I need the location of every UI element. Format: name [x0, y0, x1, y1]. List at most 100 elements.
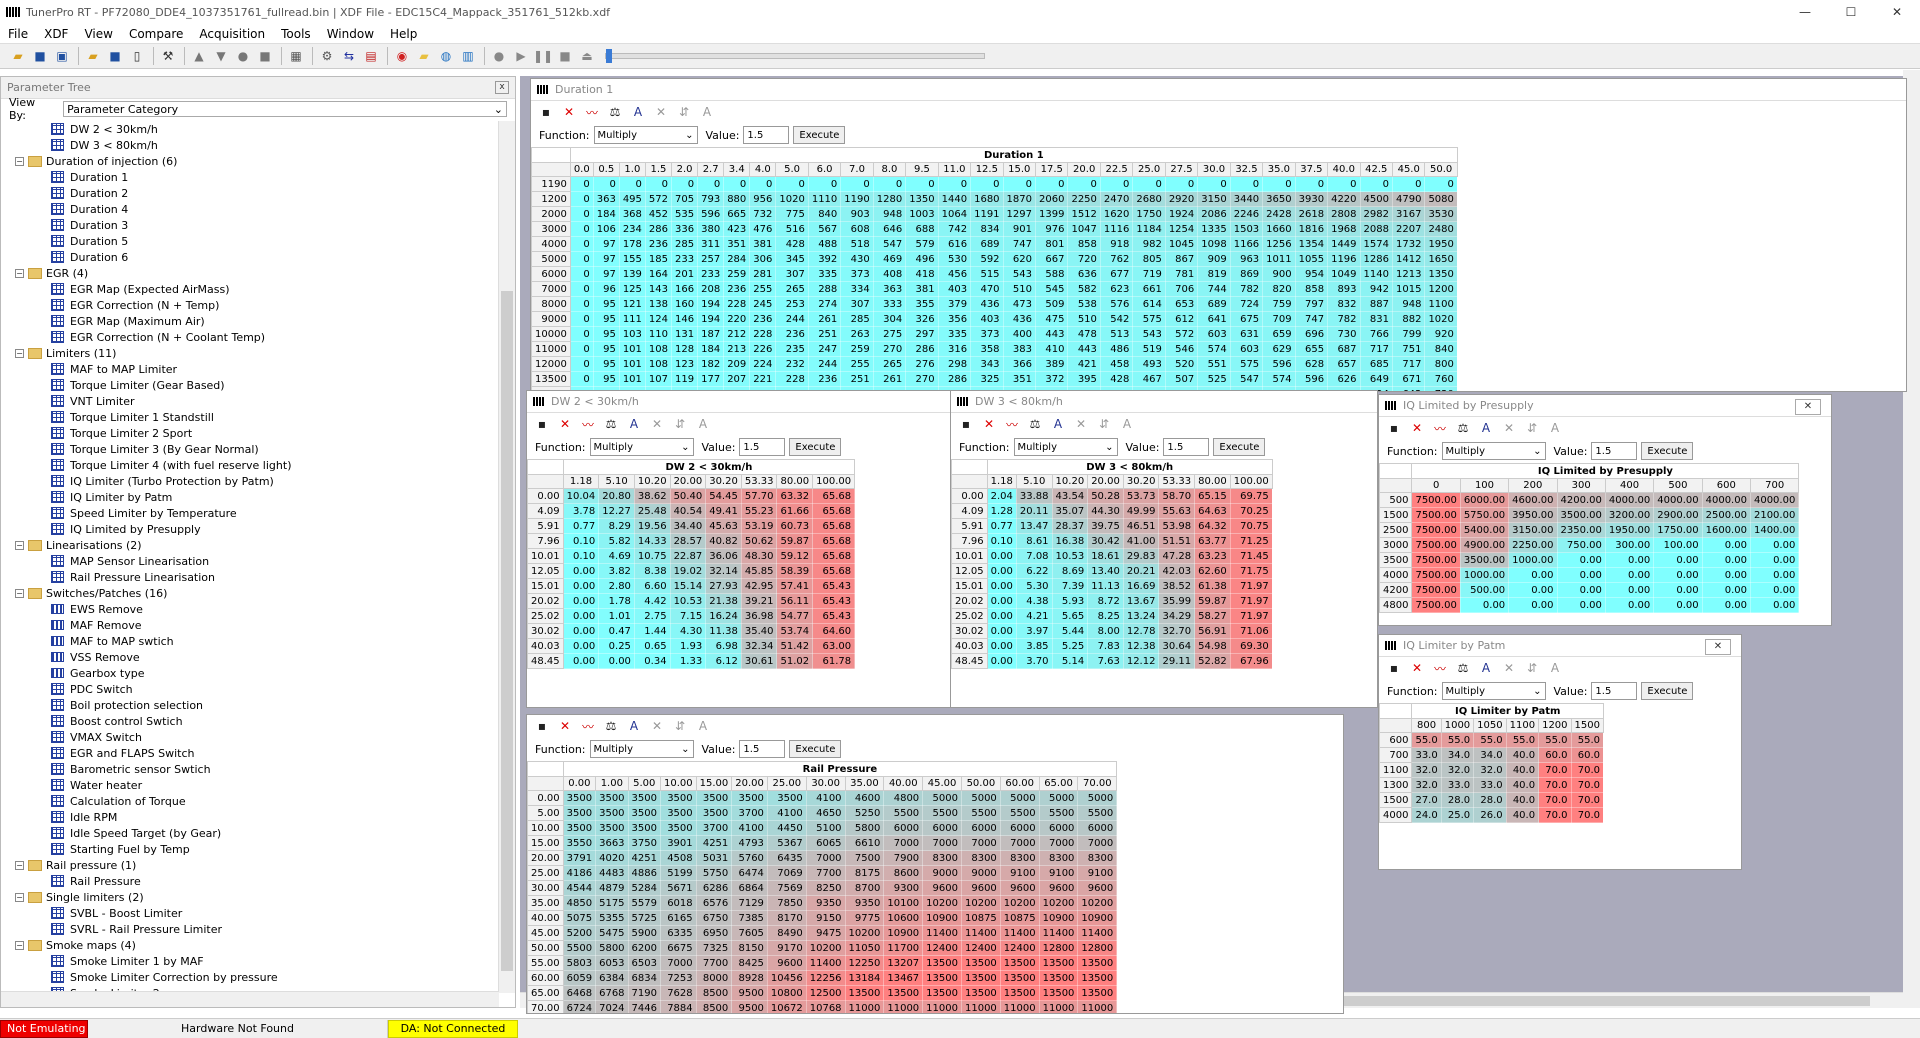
menu-view[interactable]: View [76, 27, 120, 41]
tree-category[interactable]: − Limiters (11) [1, 345, 497, 361]
map-cell[interactable]: 7605 [731, 925, 768, 941]
map-cell[interactable]: 9775 [844, 910, 885, 926]
map-cell[interactable]: 546 [1164, 341, 1199, 357]
map-cell[interactable]: 0.00 [562, 623, 600, 639]
square-icon[interactable]: ■ [255, 47, 275, 65]
map-cell[interactable]: 30.42 [1087, 533, 1124, 549]
map-cell[interactable]: 55.0 [1505, 732, 1540, 748]
map-cell[interactable]: 7069 [766, 865, 807, 881]
map-cell[interactable]: 185 [644, 251, 673, 267]
map-cell[interactable]: 286 [644, 221, 673, 237]
map-cell[interactable]: 687 [1327, 341, 1361, 357]
tree-item[interactable]: Water heater [1, 777, 497, 793]
map-cell[interactable]: 10.04 [562, 488, 600, 504]
map-cell[interactable]: 138 [644, 296, 673, 312]
map-cell[interactable]: 3.70 [1015, 653, 1053, 669]
map-cell[interactable]: 7884 [660, 1000, 697, 1013]
map-cell[interactable]: 0.00 [1604, 597, 1655, 613]
open-xdf-icon[interactable]: ▰ [83, 47, 103, 65]
save-as-icon[interactable]: ▣ [52, 47, 72, 65]
map-cell[interactable]: 3950.00 [1508, 507, 1558, 523]
map-cell[interactable]: 608 [840, 221, 874, 237]
map-cell[interactable]: 13.47 [1015, 518, 1053, 534]
map-cell[interactable]: 6286 [695, 880, 733, 896]
map-cell[interactable]: 469 [872, 251, 907, 267]
map-cell[interactable]: 67.96 [1229, 653, 1273, 669]
map-cell[interactable]: 49.99 [1122, 503, 1160, 519]
map-cell[interactable]: 1620 [1099, 206, 1134, 222]
map-cell[interactable]: 228 [775, 371, 809, 387]
map-cell[interactable]: 596 [1262, 356, 1296, 372]
map-cell[interactable]: 13500 [999, 985, 1040, 1001]
font-icon[interactable]: A [1546, 660, 1564, 676]
map-cell[interactable]: 275 [872, 326, 907, 342]
map-cell[interactable]: 65.15 [1194, 488, 1231, 504]
tree-category[interactable]: − Switches/Patches (16) [1, 585, 497, 601]
map-cell[interactable]: 4600.00 [1508, 492, 1558, 508]
map-cell[interactable]: 4.38 [1015, 593, 1053, 609]
map-cell[interactable]: 0.00 [986, 593, 1017, 609]
map-cell[interactable]: 4100 [731, 820, 768, 836]
map-cell[interactable]: 5080 [1424, 191, 1458, 207]
map-cell[interactable]: 1286 [1359, 251, 1393, 267]
menu-window[interactable]: Window [319, 27, 382, 41]
map-cell[interactable]: 0.00 [1556, 552, 1606, 568]
map-cell[interactable]: 2086 [1197, 206, 1231, 222]
map-cell[interactable]: 1574 [1359, 236, 1393, 252]
map-cell[interactable]: 3500 [660, 805, 697, 821]
map-cell[interactable]: 762 [1099, 251, 1134, 267]
map-cell[interactable]: 603 [1197, 326, 1231, 342]
map-cell[interactable]: 5725 [627, 910, 662, 926]
map-cell[interactable]: 0 [569, 191, 594, 207]
collapse-icon[interactable]: − [15, 892, 24, 902]
map-cell[interactable]: 13500 [922, 970, 962, 986]
map-cell[interactable]: 1190 [840, 191, 874, 207]
tree-item[interactable]: EGR Correction (N + Coolant Temp) [1, 329, 497, 345]
map-cell[interactable]: 71.25 [1229, 533, 1273, 549]
scale-icon[interactable]: ⚖ [1026, 416, 1044, 432]
map-cell[interactable]: 11000 [999, 1000, 1040, 1013]
map-cell[interactable]: 5750 [695, 865, 733, 881]
map-cell[interactable]: 3530 [1424, 206, 1458, 222]
map-cell[interactable]: 71.97 [1229, 593, 1273, 609]
execute-button[interactable]: Execute [1641, 442, 1694, 460]
map-cell[interactable]: 70.0 [1570, 762, 1604, 778]
menu-help[interactable]: Help [382, 27, 425, 41]
map-cell[interactable]: 2246 [1229, 206, 1264, 222]
map-cell[interactable]: 1399 [1034, 206, 1069, 222]
map-cell[interactable]: 235 [775, 341, 809, 357]
map-cell[interactable]: 53.74 [776, 623, 814, 639]
map-cell[interactable]: 57.70 [740, 488, 778, 504]
map-cell[interactable]: 535 [670, 206, 699, 222]
map-cell[interactable]: 63.00 [812, 638, 856, 654]
map-cell[interactable]: 4251 [627, 850, 662, 866]
map-cell[interactable]: 33.88 [1015, 488, 1053, 504]
map-cell[interactable]: 2480 [1424, 221, 1458, 237]
map-cell[interactable]: 55.0 [1538, 732, 1572, 748]
map-cell[interactable]: 9500 [731, 985, 768, 1001]
map-cell[interactable]: 42.03 [1158, 563, 1196, 579]
clear-icon[interactable]: ✕ [1500, 660, 1518, 676]
map-cell[interactable]: 381 [749, 236, 777, 252]
map-cell[interactable]: 623 [1099, 281, 1134, 297]
map-cell[interactable]: 12400 [922, 940, 962, 956]
map-cell[interactable]: 1098 [1197, 236, 1231, 252]
tree-item[interactable]: Duration 5 [1, 233, 497, 249]
menu-xdf[interactable]: XDF [36, 27, 76, 41]
clear-icon[interactable]: ✕ [1072, 416, 1090, 432]
map-cell[interactable]: 403 [970, 311, 1004, 327]
map-cell[interactable]: 8300 [1077, 850, 1118, 866]
tree-item[interactable]: Torque Limiter 2 Sport [1, 425, 497, 441]
map-cell[interactable]: 4200.00 [1556, 492, 1606, 508]
map-cell[interactable]: 13500 [999, 955, 1040, 971]
clear-icon[interactable]: ✕ [652, 104, 670, 120]
map-cell[interactable]: 4450 [766, 820, 807, 836]
map-cell[interactable]: 0 [1132, 176, 1166, 192]
map-cell[interactable]: 11000 [1077, 1000, 1118, 1013]
map-cell[interactable]: 0.65 [633, 638, 671, 654]
map-cell[interactable]: 45.85 [740, 563, 778, 579]
map-cell[interactable]: 9600 [766, 955, 807, 971]
map-cell[interactable]: 5475 [595, 925, 629, 941]
map-cell[interactable]: 7500.00 [1411, 582, 1461, 598]
map-cell[interactable]: 11050 [844, 940, 885, 956]
